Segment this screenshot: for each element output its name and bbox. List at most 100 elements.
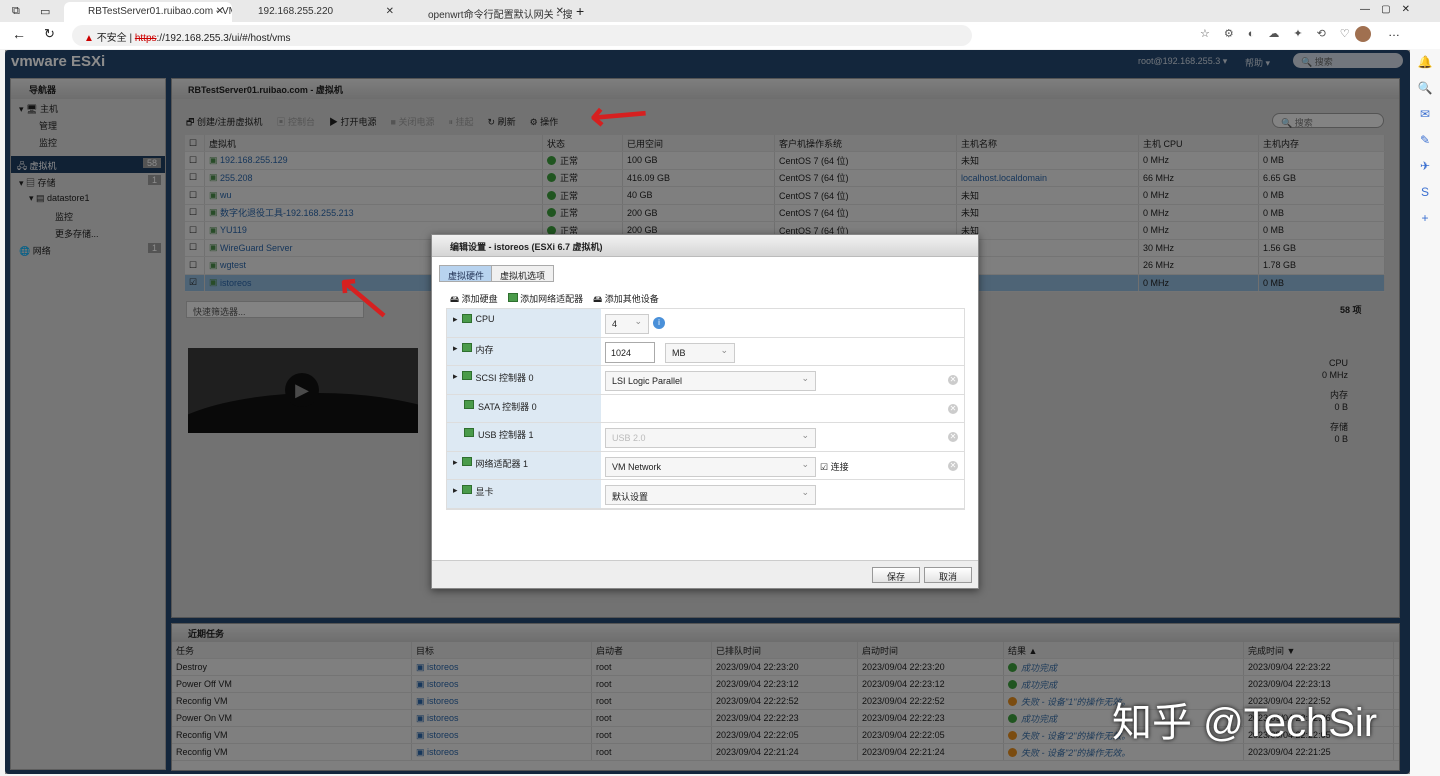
device-icon: [461, 456, 472, 466]
device-name: USB 控制器 1: [478, 430, 534, 440]
select-value: 4: [612, 319, 618, 329]
device-icon: [464, 428, 474, 437]
hardware-row: USB 控制器 1 USB 2.0 ✕: [447, 423, 964, 452]
hardware-row: ▸ SCSI 控制器 0 LSI Logic Parallel ✕: [447, 366, 964, 395]
device-icon: [461, 314, 472, 323]
edit-settings-dialog: 编辑设置 - istoreos (ESXi 6.7 虚拟机) 虚拟硬件 虚拟机选…: [431, 234, 979, 589]
device-name: CPU: [475, 314, 495, 324]
expand-icon[interactable]: ▸: [453, 457, 458, 475]
select-value: LSI Logic Parallel: [612, 376, 683, 386]
device-select: USB 2.0: [605, 428, 816, 448]
cancel-button[interactable]: 取消: [924, 567, 972, 583]
device-select[interactable]: LSI Logic Parallel: [605, 371, 816, 391]
select-value: USB 2.0: [612, 433, 646, 443]
remove-device-icon[interactable]: ✕: [948, 460, 958, 471]
hardware-label[interactable]: ▸ 网络适配器 1: [447, 451, 601, 479]
connect-checkbox[interactable]: ☑ 连接: [820, 460, 849, 473]
add-label: 添加其他设备: [604, 294, 659, 304]
tab-vm-options[interactable]: 虚拟机选项: [491, 265, 555, 282]
hardware-value: LSI Logic Parallel ✕: [601, 366, 964, 394]
tab-ip[interactable]: 192.168.255.220 ✕: [234, 2, 402, 22]
hardware-value: 1024 MB: [601, 338, 964, 366]
hardware-label: USB 控制器 1: [447, 423, 601, 451]
watermark: 知乎 @TechSir: [1112, 701, 1378, 745]
device-name: 显卡: [475, 487, 494, 497]
device-icon: [461, 342, 472, 352]
tab-title: RBTestServer01.ruibao.com - VMware ESXi: [88, 6, 232, 17]
hardware-row: ▸ 网络适配器 1 VM Network ☑ 连接 ✕: [447, 451, 964, 480]
hardware-row: SATA 控制器 0 ✕: [447, 394, 964, 423]
device-name: SCSI 控制器 0: [475, 373, 534, 383]
tab-esxi[interactable]: RBTestServer01.ruibao.com - VMware ESXi✕: [64, 2, 232, 22]
connect-label: 连接: [830, 461, 849, 472]
device-name: 内存: [475, 344, 494, 355]
hardware-row: ▸ 显卡 默认设置: [447, 480, 964, 509]
device-icon: [461, 371, 472, 380]
remove-device-icon[interactable]: ✕: [948, 403, 958, 414]
expand-icon[interactable]: ▸: [453, 314, 458, 332]
hardware-value: 默认设置: [601, 480, 964, 508]
select-value: VM Network: [612, 461, 662, 472]
hardware-label[interactable]: ▸ 内存: [447, 337, 601, 365]
tab-virtual-hardware[interactable]: 虚拟硬件: [439, 265, 494, 282]
info-icon[interactable]: i: [653, 317, 665, 329]
hardware-label: SATA 控制器 0: [447, 394, 601, 422]
new-tab-icon[interactable]: +: [576, 3, 584, 19]
device-select[interactable]: VM Network: [605, 456, 816, 477]
back-icon[interactable]: ←: [12, 26, 26, 42]
window-controls[interactable]: — ▢ ✕: [1360, 4, 1410, 15]
hardware-value: ✕: [601, 395, 964, 423]
sidebar-icons[interactable]: 🔔 🔍 ✉ ✎ ✈ S +: [1410, 49, 1440, 231]
hardware-label[interactable]: ▸ 显卡: [447, 480, 601, 508]
select-value: 默认设置: [612, 492, 649, 502]
expand-icon[interactable]: ▸: [453, 485, 458, 503]
hardware-row: ▸CPU4i: [447, 309, 964, 338]
dialog-title: 编辑设置 - istoreos (ESXi 6.7 虚拟机): [432, 235, 978, 257]
device-select[interactable]: 默认设置: [605, 485, 816, 505]
tab-title: openwrt命令行配置默认网关 - 搜索: [428, 10, 572, 21]
close-icon[interactable]: ✕: [556, 6, 564, 17]
tab-title: 192.168.255.220: [258, 6, 334, 17]
input-value: 1024: [611, 347, 632, 358]
browser-extension-icons[interactable]: ☆⚙◐☁✦⟲♡: [1200, 27, 1364, 40]
remove-device-icon[interactable]: ✕: [948, 432, 958, 442]
close-icon[interactable]: ✕: [216, 6, 224, 17]
device-icon: [461, 485, 472, 494]
refresh-icon[interactable]: ↻: [44, 26, 55, 42]
device-icon: [464, 399, 474, 409]
device-name: 网络适配器 1: [475, 458, 529, 469]
hardware-label[interactable]: ▸ CPU: [447, 309, 601, 337]
hardware-row: ▸ 内存 1024 MB: [447, 337, 964, 366]
close-icon[interactable]: ✕: [386, 6, 394, 17]
expand-icon[interactable]: ▸: [453, 371, 458, 389]
select-value: MB: [672, 347, 686, 358]
hardware-label[interactable]: ▸ SCSI 控制器 0: [447, 366, 601, 394]
edge-sidebar: 🔔 🔍 ✉ ✎ ✈ S +: [1410, 49, 1440, 776]
tab-actions-icon[interactable]: ▭: [40, 5, 50, 18]
url-scheme: https: [134, 33, 157, 44]
hardware-grid: ▸CPU4i▸内存1024MB▸SCSI 控制器 0LSI Logic Para…: [446, 308, 965, 510]
save-button[interactable]: 保存: [872, 567, 920, 583]
insecure-label: 不安全: [96, 33, 127, 44]
add-label: 添加硬盘: [461, 294, 498, 304]
dialog-footer: 保存 取消: [432, 560, 978, 588]
memory-unit-select[interactable]: MB: [665, 342, 735, 363]
cpu-select[interactable]: 4: [605, 314, 649, 334]
tab-search[interactable]: openwrt命令行配置默认网关 - 搜索 ✕: [404, 2, 572, 22]
profile-avatar[interactable]: [1355, 26, 1371, 42]
browser-tab-bar: ⧉ ▭ RBTestServer01.ruibao.com - VMware E…: [0, 0, 1440, 22]
more-icon[interactable]: …: [1388, 25, 1400, 39]
expand-icon[interactable]: ▸: [453, 343, 458, 361]
memory-input[interactable]: 1024: [605, 341, 655, 363]
warning-icon: ▲: [84, 33, 94, 44]
hardware-value: USB 2.0 ✕: [601, 423, 964, 451]
network-icon: [507, 293, 518, 302]
remove-device-icon[interactable]: ✕: [948, 375, 958, 385]
url-field[interactable]: ▲ 不安全 | https://192.168.255.3/ui/#/host/…: [72, 25, 972, 46]
device-name: SATA 控制器 0: [478, 401, 537, 412]
workspaces-icon[interactable]: ⧉: [12, 5, 20, 18]
annotation-arrow: ⟵: [588, 90, 650, 140]
hardware-value: 4i: [601, 309, 964, 337]
add-label: 添加网络适配器: [520, 294, 584, 304]
url-path: ://192.168.255.3/ui/#/host/vms: [156, 33, 291, 44]
